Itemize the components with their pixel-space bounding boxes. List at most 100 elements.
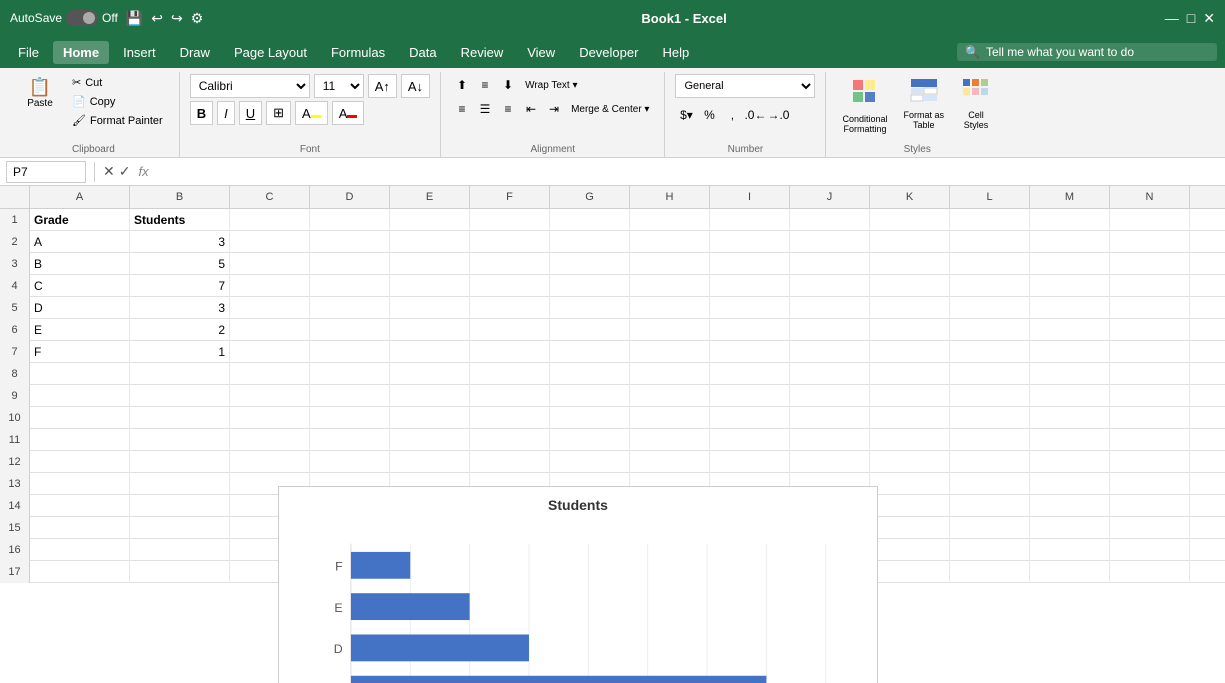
cell-m4[interactable]: [1030, 275, 1110, 297]
increase-font-btn[interactable]: A↑: [368, 74, 397, 98]
maximize-btn[interactable]: □: [1187, 10, 1195, 27]
menu-view[interactable]: View: [517, 41, 565, 64]
cell-g3[interactable]: [550, 253, 630, 275]
cell-i3[interactable]: [710, 253, 790, 275]
menu-review[interactable]: Review: [451, 41, 514, 64]
cell-j3[interactable]: [790, 253, 870, 275]
cell-l3[interactable]: [950, 253, 1030, 275]
cell-d1[interactable]: [310, 209, 390, 231]
cell-g2[interactable]: [550, 231, 630, 253]
cell-a2[interactable]: A: [30, 231, 130, 253]
window-controls[interactable]: — □ ✕: [1165, 10, 1215, 27]
cell-k4[interactable]: [870, 275, 950, 297]
italic-button[interactable]: I: [217, 101, 235, 125]
align-bottom-btn[interactable]: ⬇: [497, 74, 519, 96]
cell-d4[interactable]: [310, 275, 390, 297]
cell-e7[interactable]: [390, 341, 470, 363]
cell-c3[interactable]: [230, 253, 310, 275]
cell-j5[interactable]: [790, 297, 870, 319]
cell-j7[interactable]: [790, 341, 870, 363]
chart-container[interactable]: Students 0 1 2 3 4 5 6 7 8: [278, 486, 878, 683]
cell-a5[interactable]: D: [30, 297, 130, 319]
align-middle-btn[interactable]: ≡: [474, 74, 496, 96]
col-header-b[interactable]: B: [130, 186, 230, 208]
cell-i1[interactable]: [710, 209, 790, 231]
cell-k1[interactable]: [870, 209, 950, 231]
cut-button[interactable]: ✂ Cut: [66, 74, 169, 91]
cell-b8[interactable]: [130, 363, 230, 385]
cell-f2[interactable]: [470, 231, 550, 253]
cell-i2[interactable]: [710, 231, 790, 253]
cell-e5[interactable]: [390, 297, 470, 319]
cell-h3[interactable]: [630, 253, 710, 275]
settings-icon[interactable]: ⚙: [191, 10, 204, 27]
cell-j6[interactable]: [790, 319, 870, 341]
cell-g5[interactable]: [550, 297, 630, 319]
cell-f6[interactable]: [470, 319, 550, 341]
cell-m5[interactable]: [1030, 297, 1110, 319]
cell-g1[interactable]: [550, 209, 630, 231]
cell-h1[interactable]: [630, 209, 710, 231]
cell-f7[interactable]: [470, 341, 550, 363]
cell-b7[interactable]: 1: [130, 341, 230, 363]
cell-k2[interactable]: [870, 231, 950, 253]
col-header-h[interactable]: H: [630, 186, 710, 208]
cell-a3[interactable]: B: [30, 253, 130, 275]
formula-input[interactable]: [157, 163, 1219, 181]
percent-btn[interactable]: %: [698, 104, 720, 126]
cell-m3[interactable]: [1030, 253, 1110, 275]
cell-b1[interactable]: Students: [130, 209, 230, 231]
align-center-btn[interactable]: ☰: [474, 98, 496, 120]
fill-color-button[interactable]: A: [295, 101, 328, 125]
cell-n3[interactable]: [1110, 253, 1190, 275]
cell-b2[interactable]: 3: [130, 231, 230, 253]
cell-e2[interactable]: [390, 231, 470, 253]
cell-f4[interactable]: [470, 275, 550, 297]
cell-d5[interactable]: [310, 297, 390, 319]
menu-insert[interactable]: Insert: [113, 41, 166, 64]
autosave-toggle[interactable]: AutoSave Off: [10, 10, 118, 26]
cell-j1[interactable]: [790, 209, 870, 231]
cell-b5[interactable]: 3: [130, 297, 230, 319]
cell-h6[interactable]: [630, 319, 710, 341]
cell-k6[interactable]: [870, 319, 950, 341]
cell-l7[interactable]: [950, 341, 1030, 363]
underline-button[interactable]: U: [239, 101, 262, 125]
cell-h2[interactable]: [630, 231, 710, 253]
decrease-indent-btn[interactable]: ⇤: [520, 98, 542, 120]
cell-c4[interactable]: [230, 275, 310, 297]
cell-m7[interactable]: [1030, 341, 1110, 363]
number-format-select[interactable]: General: [675, 74, 815, 98]
cell-a7[interactable]: F: [30, 341, 130, 363]
cell-a4[interactable]: C: [30, 275, 130, 297]
menu-draw[interactable]: Draw: [170, 41, 220, 64]
cell-l1[interactable]: [950, 209, 1030, 231]
col-header-m[interactable]: M: [1030, 186, 1110, 208]
menu-home[interactable]: Home: [53, 41, 109, 64]
cell-n5[interactable]: [1110, 297, 1190, 319]
increase-indent-btn[interactable]: ⇥: [543, 98, 565, 120]
cell-b3[interactable]: 5: [130, 253, 230, 275]
search-box[interactable]: 🔍 Tell me what you want to do: [957, 43, 1217, 61]
menu-file[interactable]: File: [8, 41, 49, 64]
cell-a6[interactable]: E: [30, 319, 130, 341]
bold-button[interactable]: B: [190, 101, 213, 125]
cell-c6[interactable]: [230, 319, 310, 341]
redo-icon[interactable]: ↪: [171, 10, 183, 27]
comma-btn[interactable]: ,: [721, 104, 743, 126]
align-top-btn[interactable]: ⬆: [451, 74, 473, 96]
currency-btn[interactable]: $▾: [675, 104, 697, 126]
col-header-j[interactable]: J: [790, 186, 870, 208]
cell-b4[interactable]: 7: [130, 275, 230, 297]
cell-e6[interactable]: [390, 319, 470, 341]
cell-d3[interactable]: [310, 253, 390, 275]
cell-c2[interactable]: [230, 231, 310, 253]
cell-c1[interactable]: [230, 209, 310, 231]
font-size-select[interactable]: 11: [314, 74, 364, 98]
cell-l2[interactable]: [950, 231, 1030, 253]
cell-g4[interactable]: [550, 275, 630, 297]
cell-c5[interactable]: [230, 297, 310, 319]
col-header-e[interactable]: E: [390, 186, 470, 208]
decrease-font-btn[interactable]: A↓: [401, 74, 430, 98]
autosave-pill[interactable]: [66, 10, 98, 26]
